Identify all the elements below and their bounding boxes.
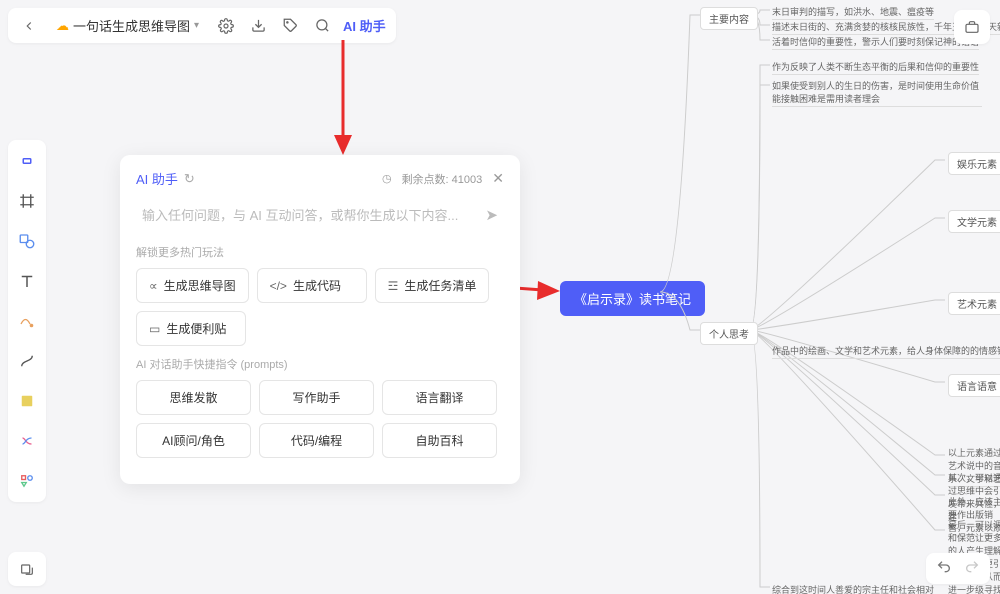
section-title-1: 解锁更多热门玩法	[136, 244, 504, 260]
ai-assistant-panel: AI 助手 ↻ ◷ 剩余点数: 41003 ✕ ➤ 解锁更多热门玩法 ∝生成思维…	[120, 155, 520, 484]
tool-connector[interactable]	[14, 348, 40, 374]
leaf[interactable]: 活着时信仰的重要性，警示人们要时刻保记神的话语	[772, 34, 979, 50]
chip-writing[interactable]: 写作助手	[259, 380, 374, 415]
tag-button[interactable]	[279, 15, 301, 37]
leaf-entertainment[interactable]: 娱乐元素	[948, 152, 1000, 175]
tool-text[interactable]	[14, 268, 40, 294]
chip-coding[interactable]: 代码/编程	[259, 423, 374, 458]
mindmap-canvas[interactable]: 主要内容 末日审判的描写，如洪水、地震、瘟疫等 描述末日街的、充满贪婪的核核民族…	[660, 0, 1000, 594]
tool-frame[interactable]	[14, 188, 40, 214]
chip-role[interactable]: AI顾问/角色	[136, 423, 251, 458]
back-button[interactable]	[18, 15, 40, 37]
leaf-language[interactable]: 语言语意	[948, 374, 1000, 397]
settings-button[interactable]	[215, 15, 237, 37]
branch-main-content[interactable]: 主要内容	[700, 7, 758, 30]
code-icon: </>	[270, 279, 287, 293]
ai-panel-title: AI 助手	[136, 169, 178, 188]
mindmap-icon: ∝	[149, 279, 158, 293]
chip-wiki[interactable]: 自助百科	[382, 423, 497, 458]
toolbox-button[interactable]	[954, 10, 990, 44]
sticky-icon: ▭	[149, 322, 160, 336]
layers-toggle[interactable]	[8, 552, 46, 586]
left-toolbar	[8, 140, 46, 502]
section-title-2: AI 对话助手快捷指令 (prompts)	[136, 356, 504, 372]
leaf[interactable]: 作品中的绘画、文学和艺术元素，给人身体保障的的情感错警	[772, 343, 1000, 359]
list-icon: ☲	[388, 279, 399, 293]
title-text: 一句话生成思维导图	[73, 16, 190, 35]
close-button[interactable]: ✕	[492, 170, 504, 187]
tool-node[interactable]	[14, 148, 40, 174]
points-remaining: 剩余点数: 41003	[402, 171, 483, 187]
ai-prompt-input[interactable]	[142, 208, 485, 223]
chevron-down-icon: ▾	[194, 20, 199, 31]
prompt-chips: 思维发散 写作助手 语言翻译 AI顾问/角色 代码/编程 自助百科	[136, 380, 504, 458]
refresh-icon[interactable]: ↻	[184, 171, 195, 187]
chip-translate[interactable]: 语言翻译	[382, 380, 497, 415]
search-button[interactable]	[311, 15, 333, 37]
chip-mindmap[interactable]: ∝生成思维导图	[136, 268, 249, 303]
annotation-arrow-1	[330, 40, 360, 160]
chip-sticky[interactable]: ▭生成便利贴	[136, 311, 246, 346]
chip-diverge[interactable]: 思维发散	[136, 380, 251, 415]
tool-more[interactable]	[14, 468, 40, 494]
tool-pen[interactable]	[14, 308, 40, 334]
branch-personal[interactable]: 个人思考	[700, 322, 758, 345]
document-title[interactable]: ☁ 一句话生成思维导图 ▾	[50, 14, 205, 37]
tool-mindmap[interactable]	[14, 428, 40, 454]
top-toolbar: ☁ 一句话生成思维导图 ▾ AI 助手	[8, 8, 396, 43]
chip-tasklist[interactable]: ☲生成任务清单	[375, 268, 490, 303]
leaf[interactable]: 如果使受到别人的生日的伤害，是时间使用生命价值能接触困难是需用读者理会	[772, 78, 982, 107]
ai-assistant-button[interactable]: AI 助手	[343, 16, 386, 35]
tool-shape[interactable]	[14, 228, 40, 254]
undo-redo-bar	[926, 553, 990, 584]
leaf[interactable]: 综合到这时间人善爱的宗主任和社会相对	[772, 582, 934, 594]
leaf[interactable]: 作为反映了人类不断生态平衡的后果和信仰的重要性	[772, 59, 979, 75]
leaf[interactable]: 末日审判的描写，如洪水、地震、瘟疫等	[772, 4, 934, 20]
leaf-art[interactable]: 艺术元素	[948, 292, 1000, 315]
tool-sticky[interactable]	[14, 388, 40, 414]
export-button[interactable]	[247, 15, 269, 37]
mindmap-root-node[interactable]: 《启示录》读书笔记	[560, 281, 705, 316]
cloud-icon: ☁	[56, 18, 69, 34]
redo-button[interactable]	[964, 559, 980, 578]
chip-code[interactable]: </>生成代码	[257, 268, 367, 303]
send-button[interactable]: ➤	[485, 206, 498, 224]
clock-icon: ◷	[382, 172, 392, 185]
undo-button[interactable]	[936, 559, 952, 578]
generate-chips: ∝生成思维导图 </>生成代码 ☲生成任务清单 ▭生成便利贴	[136, 268, 504, 346]
leaf-literature[interactable]: 文学元素	[948, 210, 1000, 233]
